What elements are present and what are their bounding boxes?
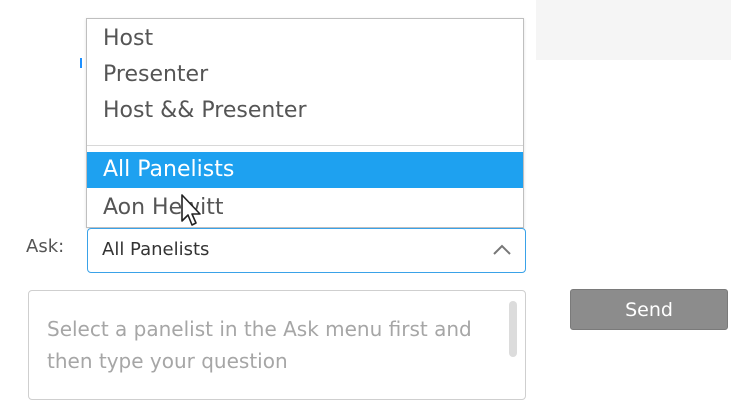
option-aon-hewitt[interactable]: Aon Hewitt	[87, 190, 523, 226]
chevron-up-icon	[493, 244, 511, 255]
send-button[interactable]: Send	[570, 289, 728, 330]
background-panel	[536, 0, 731, 60]
option-host-and-presenter[interactable]: Host && Presenter	[87, 93, 523, 129]
option-presenter[interactable]: Presenter	[87, 57, 523, 93]
option-all-panelists[interactable]: All Panelists	[87, 152, 523, 188]
ask-dropdown-list: Host Presenter Host && Presenter All Pan…	[86, 18, 524, 228]
question-textarea[interactable]: Select a panelist in the Ask menu first …	[28, 290, 526, 400]
dropdown-separator	[87, 145, 523, 146]
mouse-cursor-icon	[181, 194, 201, 226]
option-host[interactable]: Host	[87, 21, 523, 57]
ask-select-value: All Panelists	[102, 239, 210, 260]
accent-marker	[80, 58, 82, 68]
textarea-scrollbar[interactable]	[509, 301, 517, 357]
ask-select[interactable]: All Panelists	[87, 228, 526, 273]
question-placeholder: Select a panelist in the Ask menu first …	[47, 317, 472, 373]
ask-label: Ask:	[26, 236, 65, 257]
